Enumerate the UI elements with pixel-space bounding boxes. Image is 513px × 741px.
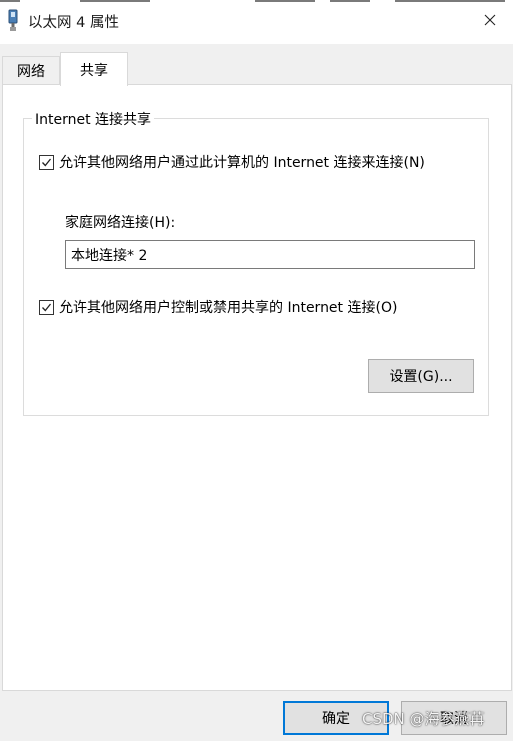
settings-button[interactable]: 设置(G)... bbox=[368, 359, 474, 393]
cancel-button-label: 取消 bbox=[440, 711, 468, 727]
tab-network[interactable]: 网络 bbox=[2, 56, 60, 85]
allow-control-label: 允许其他网络用户控制或禁用共享的 Internet 连接(O) bbox=[59, 300, 398, 316]
window-title: 以太网 4 属性 bbox=[28, 15, 119, 31]
allow-connect-checkbox[interactable]: 允许其他网络用户通过此计算机的 Internet 连接来连接(N) bbox=[39, 152, 425, 172]
tab-network-label: 网络 bbox=[17, 64, 45, 80]
close-button[interactable] bbox=[467, 0, 513, 40]
allow-control-checkbox-box[interactable] bbox=[39, 299, 54, 315]
background-window-edge bbox=[0, 0, 513, 2]
tab-sharing[interactable]: 共享 bbox=[60, 52, 128, 86]
allow-control-checkbox[interactable]: 允许其他网络用户控制或禁用共享的 Internet 连接(O) bbox=[39, 297, 397, 317]
settings-button-label: 设置(G)... bbox=[389, 369, 453, 385]
allow-connect-label: 允许其他网络用户通过此计算机的 Internet 连接来连接(N) bbox=[59, 155, 425, 171]
home-network-label: 家庭网络连接(H): bbox=[65, 215, 176, 231]
home-network-value: 本地连接* 2 bbox=[71, 247, 148, 264]
group-title: Internet 连接共享 bbox=[32, 109, 155, 129]
allow-connect-checkbox-box[interactable] bbox=[39, 154, 54, 170]
checkmark-icon bbox=[42, 303, 52, 311]
internet-connection-sharing-group: Internet 连接共享 允许其他网络用户通过此计算机的 Internet 连… bbox=[23, 109, 489, 416]
network-adapter-icon bbox=[8, 9, 18, 31]
cancel-button[interactable]: 取消 bbox=[401, 701, 507, 735]
ok-button-label: 确定 bbox=[322, 711, 350, 727]
sharing-tab-page: Internet 连接共享 允许其他网络用户通过此计算机的 Internet 连… bbox=[2, 84, 512, 691]
title-bar[interactable]: 以太网 4 属性 bbox=[0, 0, 513, 44]
checkmark-icon bbox=[42, 158, 52, 166]
close-icon bbox=[484, 14, 496, 26]
ok-button[interactable]: 确定 bbox=[283, 701, 389, 735]
home-network-field[interactable]: 本地连接* 2 bbox=[65, 240, 475, 269]
properties-dialog: 以太网 4 属性 网络 共享 Internet 连接共享 允许其他网络用户通过此… bbox=[0, 0, 513, 741]
tab-sharing-label: 共享 bbox=[80, 62, 108, 79]
